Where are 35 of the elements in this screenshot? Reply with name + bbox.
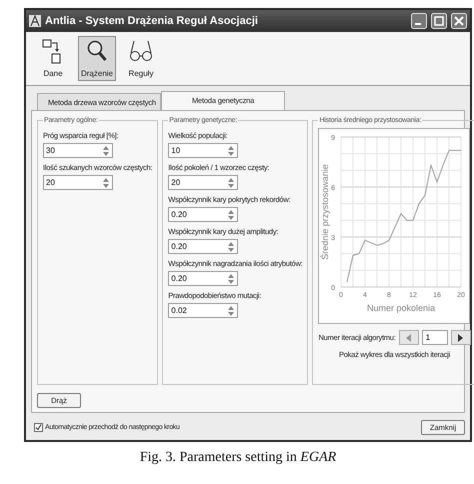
figure-caption: Fig. 3. Parameters setting in EGAR	[140, 450, 336, 466]
right-triangle-icon	[458, 334, 464, 342]
window-title: Antlia - System Drążenia Reguł Asocjacji	[45, 15, 259, 27]
axis-title: Numer pokolenia	[367, 303, 436, 313]
number-spinner[interactable]: 0.20	[168, 271, 238, 286]
number-spinner[interactable]: 20	[43, 175, 113, 190]
iteration-field[interactable]: 1	[422, 330, 448, 345]
number-spinner[interactable]: 10	[168, 143, 238, 158]
spinner-arrows-icon[interactable]	[227, 176, 236, 188]
number-spinner[interactable]: 20	[168, 175, 238, 190]
number-spinner[interactable]: 0.20	[168, 207, 238, 222]
left-triangle-icon	[406, 334, 412, 342]
number-spinner[interactable]: 0.02	[168, 303, 238, 318]
number-spinner[interactable]: 30	[43, 143, 113, 158]
spinner-arrows-icon[interactable]	[227, 208, 236, 220]
spinner-arrows-icon[interactable]	[102, 176, 110, 188]
toolbar-button[interactable]: Reguły	[122, 36, 160, 81]
toolbar-button[interactable]: Drążenie	[78, 36, 116, 81]
maximize-icon[interactable]	[431, 13, 447, 29]
spinner-arrows-icon[interactable]	[227, 240, 236, 252]
spinner-arrows-icon[interactable]	[102, 144, 110, 156]
axis-title: Średnie przystosowanie	[320, 164, 330, 260]
check-icon	[35, 424, 42, 431]
minimize-icon[interactable]	[411, 13, 427, 29]
spinner-arrows-icon[interactable]	[227, 272, 236, 284]
spinner-arrows-icon[interactable]	[227, 304, 236, 316]
app-logo-icon	[29, 15, 41, 27]
previous-button[interactable]	[398, 330, 419, 345]
search-icon	[86, 39, 108, 63]
toolbar-button[interactable]: Dane	[34, 36, 72, 81]
number-spinner[interactable]: 0.20	[168, 239, 238, 254]
next-button[interactable]	[450, 330, 471, 345]
spinner-arrows-icon[interactable]	[227, 144, 236, 156]
glasses-icon	[129, 39, 153, 63]
close-icon[interactable]	[451, 13, 467, 29]
